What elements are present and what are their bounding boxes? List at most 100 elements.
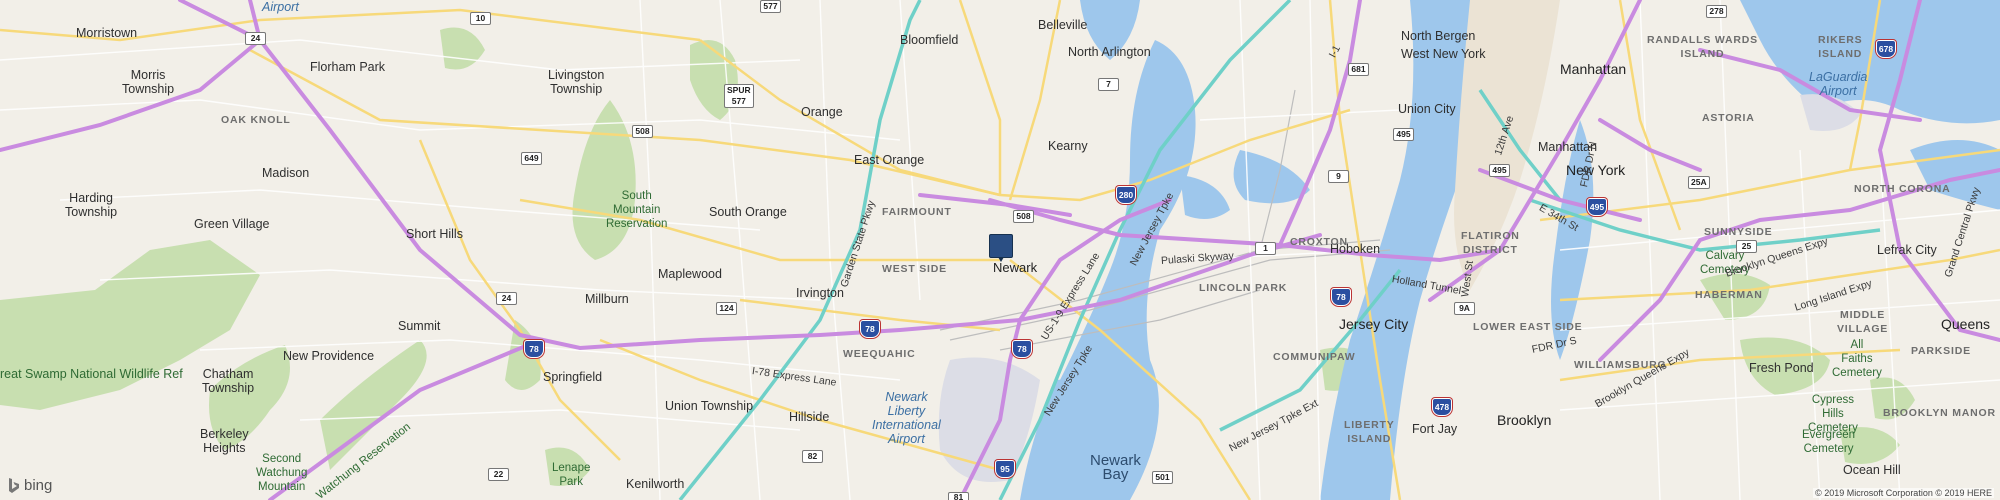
label-fresh-pond: Fresh Pond [1749, 361, 1814, 375]
label-lefrak-city: Lefrak City [1877, 243, 1937, 257]
label-orange: Orange [801, 105, 843, 119]
location-pin-newark[interactable] [989, 234, 1013, 262]
label-irvington: Irvington [796, 286, 844, 300]
label-millburn: Millburn [585, 292, 629, 306]
label-ocean-hill: Ocean Hill [1843, 463, 1901, 477]
route-shield-82: 82 [802, 450, 823, 463]
water-newark-bay: Newark Bay [1090, 452, 1141, 483]
hood-north-corona: NORTH CORONA [1854, 183, 1951, 195]
map-canvas[interactable]: Morristown Morris Township Florham Park … [0, 0, 2000, 500]
route-shield-9a: 9A [1454, 302, 1475, 315]
route-shield-649: 649 [521, 152, 542, 165]
route-shield-22: 22 [488, 468, 509, 481]
route-shield-25: 25 [1736, 240, 1757, 253]
label-new-providence: New Providence [283, 349, 375, 363]
hood-astoria: ASTORIA [1702, 112, 1755, 124]
hood-rikers: RIKERS ISLAND [1818, 34, 1863, 60]
label-maplewood: Maplewood [658, 267, 722, 281]
route-shield-24b: 24 [496, 292, 517, 305]
label-west-new-york: West New York [1401, 47, 1486, 61]
route-shield-495: 495 [1393, 128, 1414, 141]
label-chatham: Chatham Township [202, 367, 255, 395]
label-florham-park: Florham Park [310, 60, 386, 74]
label-north-bergen: North Bergen [1401, 29, 1476, 43]
label-union-township: Union Township [665, 399, 754, 413]
interstate-shield-495: 495 [1587, 198, 1607, 216]
hood-oak-knoll: OAK KNOLL [221, 114, 291, 126]
route-shield-81: 81 [948, 492, 969, 500]
airport-laguardia: LaGuardia Airport [1809, 70, 1868, 98]
interstate-shield-78d: 78 [1331, 288, 1351, 306]
hood-liberty-island: LIBERTY ISLAND [1344, 419, 1395, 445]
hood-lincoln-park: LINCOLN PARK [1199, 282, 1288, 294]
label-union-city: Union City [1398, 102, 1456, 116]
hood-randalls: RANDALLS WARDS ISLAND [1647, 34, 1758, 60]
hood-croxton: CROXTON [1290, 236, 1348, 248]
copyright-notice: © 2019 Microsoft Corporation © 2019 HERE [1813, 488, 1994, 498]
route-shield-508b: 508 [1013, 210, 1034, 223]
label-east-orange: East Orange [854, 153, 925, 167]
label-jersey-city: Jersey City [1339, 316, 1409, 332]
interstate-shield-78b: 78 [860, 320, 880, 338]
park-second-watchung: Second Watchung Mountain [256, 453, 308, 493]
hood-flatiron: FLATIRON DISTRICT [1461, 230, 1520, 256]
interstate-shield-280: 280 [1116, 186, 1136, 204]
label-queens: Queens [1941, 316, 1991, 332]
hood-communipaw: COMMUNIPAW [1273, 351, 1356, 363]
airport-newark-liberty: Newark Liberty International Airport [872, 390, 941, 446]
hood-lower-east-side: LOWER EAST SIDE [1473, 321, 1583, 333]
label-fort-jay: Fort Jay [1412, 422, 1458, 436]
bing-logo[interactable]: bing [8, 477, 52, 494]
label-kearny: Kearny [1048, 139, 1088, 153]
label-hillside: Hillside [789, 410, 830, 424]
label-brooklyn: Brooklyn [1497, 412, 1552, 428]
route-shield-278: 278 [1706, 5, 1727, 18]
park-evergreen: Evergreen Cemetery [1802, 429, 1856, 455]
interstate-shield-78c: 78 [1012, 340, 1032, 358]
label-kenilworth: Kenilworth [626, 477, 685, 491]
hood-haberman: HABERMAN [1695, 289, 1763, 301]
hood-weequahic: WEEQUAHIC [843, 348, 916, 360]
route-shield-681: 681 [1348, 63, 1369, 76]
route-shield-24: 24 [245, 32, 266, 45]
bing-icon [9, 477, 19, 493]
hood-brooklyn-manor: BROOKLYN MANOR [1883, 407, 1996, 419]
park-lenape: Lenape Park [552, 462, 591, 488]
label-newark: Newark [993, 260, 1038, 275]
label-north-arlington: North Arlington [1068, 45, 1151, 59]
hood-fairmount: FAIRMOUNT [882, 206, 952, 218]
label-green-village: Green Village [194, 217, 270, 231]
route-shield-25a: 25A [1688, 176, 1710, 189]
label-summit: Summit [398, 319, 441, 333]
route-shield-10: 10 [470, 12, 491, 25]
hood-sunnyside: SUNNYSIDE [1704, 226, 1773, 238]
label-bloomfield: Bloomfield [900, 33, 959, 47]
label-south-orange: South Orange [709, 205, 787, 219]
route-shield-7: 7 [1098, 78, 1119, 91]
label-madison: Madison [262, 166, 310, 180]
bing-wordmark: bing [24, 477, 53, 494]
interstate-shield-78a: 78 [524, 340, 544, 358]
route-shield-501: 501 [1152, 471, 1173, 484]
route-shield-124: 124 [716, 302, 737, 315]
route-shield-495b: 495 [1489, 164, 1510, 177]
route-shield-spur-577: SPUR 577 [724, 84, 754, 108]
park-great-swamp: reat Swamp National Wildlife Ref [0, 367, 183, 381]
interstate-shield-95: 95 [995, 460, 1015, 478]
label-manhattan-upper: Manhattan [1560, 61, 1627, 77]
hood-west-side: WEST SIDE [882, 263, 947, 275]
label-harding: Harding Township [65, 191, 118, 219]
interstate-shield-478: 478 [1432, 398, 1452, 416]
label-belleville: Belleville [1038, 18, 1088, 32]
label-livingston: Livingston Township [548, 68, 605, 96]
label-short-hills: Short Hills [406, 227, 463, 241]
hood-middle-village: MIDDLE VILLAGE [1837, 309, 1889, 335]
route-shield-1: 1 [1255, 242, 1276, 255]
route-shield-508: 508 [632, 125, 653, 138]
route-shield-577: 577 [760, 0, 781, 13]
label-berkeley-heights: Berkeley Heights [200, 427, 249, 455]
label-morristown: Morristown [76, 26, 138, 40]
park-all-faiths: All Faiths Cemetery [1832, 339, 1882, 379]
park-south-mountain: South Mountain Reservation [606, 190, 668, 230]
route-shield-9: 9 [1328, 170, 1349, 183]
